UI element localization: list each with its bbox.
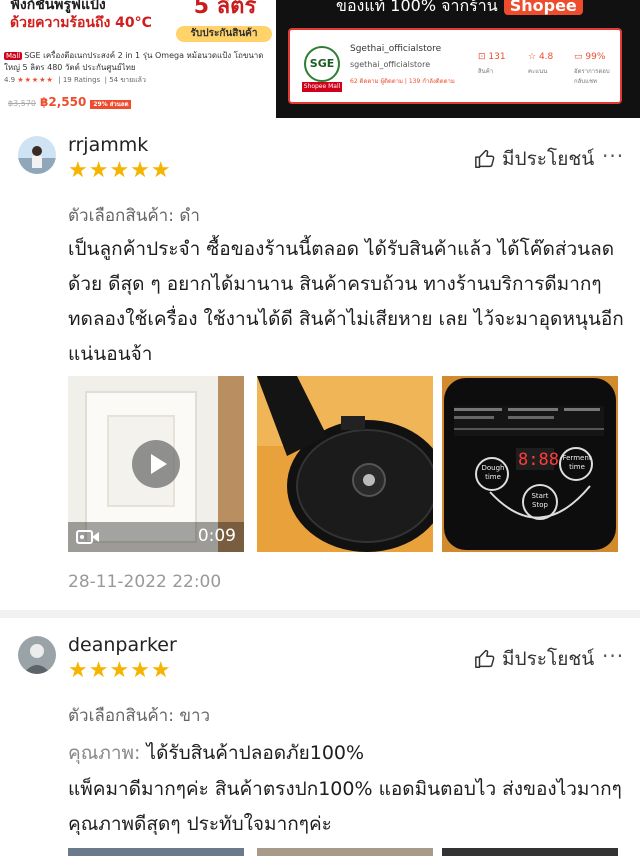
- chat-icon: ▭: [574, 52, 586, 62]
- promo-line-2: ด้วยความร้อนถึง 40°C: [10, 15, 152, 31]
- review-divider: [0, 610, 640, 618]
- panel-ferment-label: Ferment time: [562, 454, 592, 471]
- helpful-label: มีประโยชน์: [502, 148, 595, 170]
- capacity-badge: 5 ลิตร: [176, 0, 274, 22]
- helpful-button[interactable]: มีประโยชน์: [474, 644, 594, 674]
- video-duration: 0:09: [197, 526, 236, 546]
- panel-dough-label: Dough time: [481, 464, 505, 481]
- product-header: ฟังก์ชันพรูฟแป้ง ด้วยความร้อนถึง 40°C 5 …: [0, 0, 640, 118]
- discount-badge: 29% ส่วนลด: [90, 100, 132, 109]
- shop-handle: sgethai_officialstore: [350, 60, 431, 69]
- thumbs-up-icon: [475, 149, 495, 168]
- review-photo[interactable]: [442, 848, 618, 856]
- more-options-icon[interactable]: ···: [602, 144, 624, 168]
- play-button-icon[interactable]: [132, 440, 180, 488]
- shop-logo: SGE: [304, 46, 340, 82]
- review-quality-line: คุณภาพ: ได้รับสินค้าปลอดภัย100%: [68, 736, 628, 771]
- helpful-button[interactable]: มีประโยชน์: [474, 144, 594, 174]
- review-photo[interactable]: 8:88 Dough time Ferment time Start Stop: [442, 376, 618, 552]
- review-date: 28-11-2022 22:00: [68, 572, 222, 592]
- shop-products-stat: ⊡ 131 สินค้า: [478, 52, 506, 75]
- product-meta: 4.9 ★★★★★ | 19 Ratings | 54 ขายแล้ว: [4, 76, 146, 84]
- shop-followers: 62 ติดตาม ผู้ติดตาม | 139 กำลังติดตาม: [350, 78, 455, 85]
- reviewer-username: rrjammk: [68, 134, 149, 156]
- reviewer-username: deanparker: [68, 634, 177, 656]
- more-options-icon[interactable]: ···: [602, 644, 624, 668]
- shop-chat-stat: ▭ 99% อัตราการตอบกลับแชท: [574, 52, 610, 85]
- review-photo[interactable]: [257, 376, 433, 552]
- variant-label: ตัวเลือกสินค้า: ขาว: [68, 706, 211, 726]
- review-video[interactable]: 0:09: [68, 376, 244, 552]
- review-photo[interactable]: [257, 848, 433, 856]
- sold-count: 54 ขายแล้ว: [109, 76, 146, 84]
- panel-display: 8:88: [518, 450, 559, 470]
- product-title[interactable]: Mall SGE เครื่องตีอเนกประสงค์ 2 in 1 รุ่น…: [4, 50, 274, 73]
- product-price: ฿3,570 ฿2,550 29% ส่วนลด: [8, 95, 132, 109]
- authentic-banner: ของแท้ 100% จากร้าน Shopee: [336, 0, 583, 19]
- shop-rating-stat: ☆ 4.8 คะแนน: [528, 52, 554, 75]
- bag-icon: ⊡: [478, 52, 489, 62]
- shopee-logo: Shopee: [503, 0, 583, 15]
- variant-label: ตัวเลือกสินค้า: ดำ: [68, 206, 200, 226]
- shop-card[interactable]: SGE Shopee Mall Sgethai_officialstore sg…: [288, 28, 622, 104]
- review-item: rrjammk ★★★★★ มีประโยชน์ ··· ตัวเลือกสิน…: [0, 118, 640, 610]
- promo-image: ฟังก์ชันพรูฟแป้ง ด้วยความร้อนถึง 40°C 5 …: [0, 0, 274, 44]
- rating-stars: ★★★★★: [68, 658, 172, 683]
- product-stars: ★★★★★: [17, 76, 54, 84]
- current-price: ฿2,550: [40, 95, 87, 109]
- quality-value: ได้รับสินค้าปลอดภัย100%: [146, 742, 365, 764]
- review-item: deanparker ★★★★★ มีประโยชน์ ··· ตัวเลือก…: [0, 618, 640, 856]
- shop-name: Sgethai_officialstore: [350, 44, 442, 54]
- product-title-text: SGE เครื่องตีอเนกประสงค์ 2 in 1 รุ่น Ome…: [4, 51, 264, 72]
- panel-start-label: Start Stop: [531, 492, 549, 509]
- review-text: แพ็คมาดีมากๆค่ะ สินค้าตรงปก100% แอดมินตอ…: [68, 778, 622, 835]
- product-banner[interactable]: ฟังก์ชันพรูฟแป้ง ด้วยความร้อนถึง 40°C 5 …: [0, 0, 274, 118]
- quality-label: คุณภาพ:: [68, 742, 141, 764]
- video-camera-icon: [76, 528, 100, 550]
- warranty-badge: รับประกันสินค้า: [176, 26, 272, 42]
- old-price: ฿3,570: [8, 99, 36, 108]
- ratings-count: 19 Ratings: [62, 76, 101, 84]
- shopee-mall-badge: Shopee Mall: [302, 82, 342, 92]
- promo-line-1: ฟังก์ชันพรูฟแป้ง: [10, 0, 106, 13]
- rating-stars: ★★★★★: [68, 158, 172, 183]
- review-text: เป็นลูกค้าประจำ ซื้อของร้านนี้ตลอด ได้รั…: [68, 238, 624, 365]
- avatar[interactable]: [18, 136, 56, 174]
- promo-text: ฟังก์ชันพรูฟแป้ง ด้วยความร้อนถึง 40°C: [10, 0, 152, 32]
- star-icon: ☆: [528, 52, 539, 62]
- shop-banner[interactable]: ของแท้ 100% จากร้าน Shopee SGE Shopee Mal…: [276, 0, 640, 118]
- mall-badge: Mall: [4, 52, 23, 60]
- thumbs-up-icon: [475, 649, 495, 668]
- authentic-text: ของแท้ 100% จากร้าน: [336, 0, 498, 15]
- product-rating: 4.9: [4, 76, 16, 84]
- avatar[interactable]: [18, 636, 56, 674]
- review-photo[interactable]: [68, 848, 244, 856]
- helpful-label: มีประโยชน์: [502, 648, 595, 670]
